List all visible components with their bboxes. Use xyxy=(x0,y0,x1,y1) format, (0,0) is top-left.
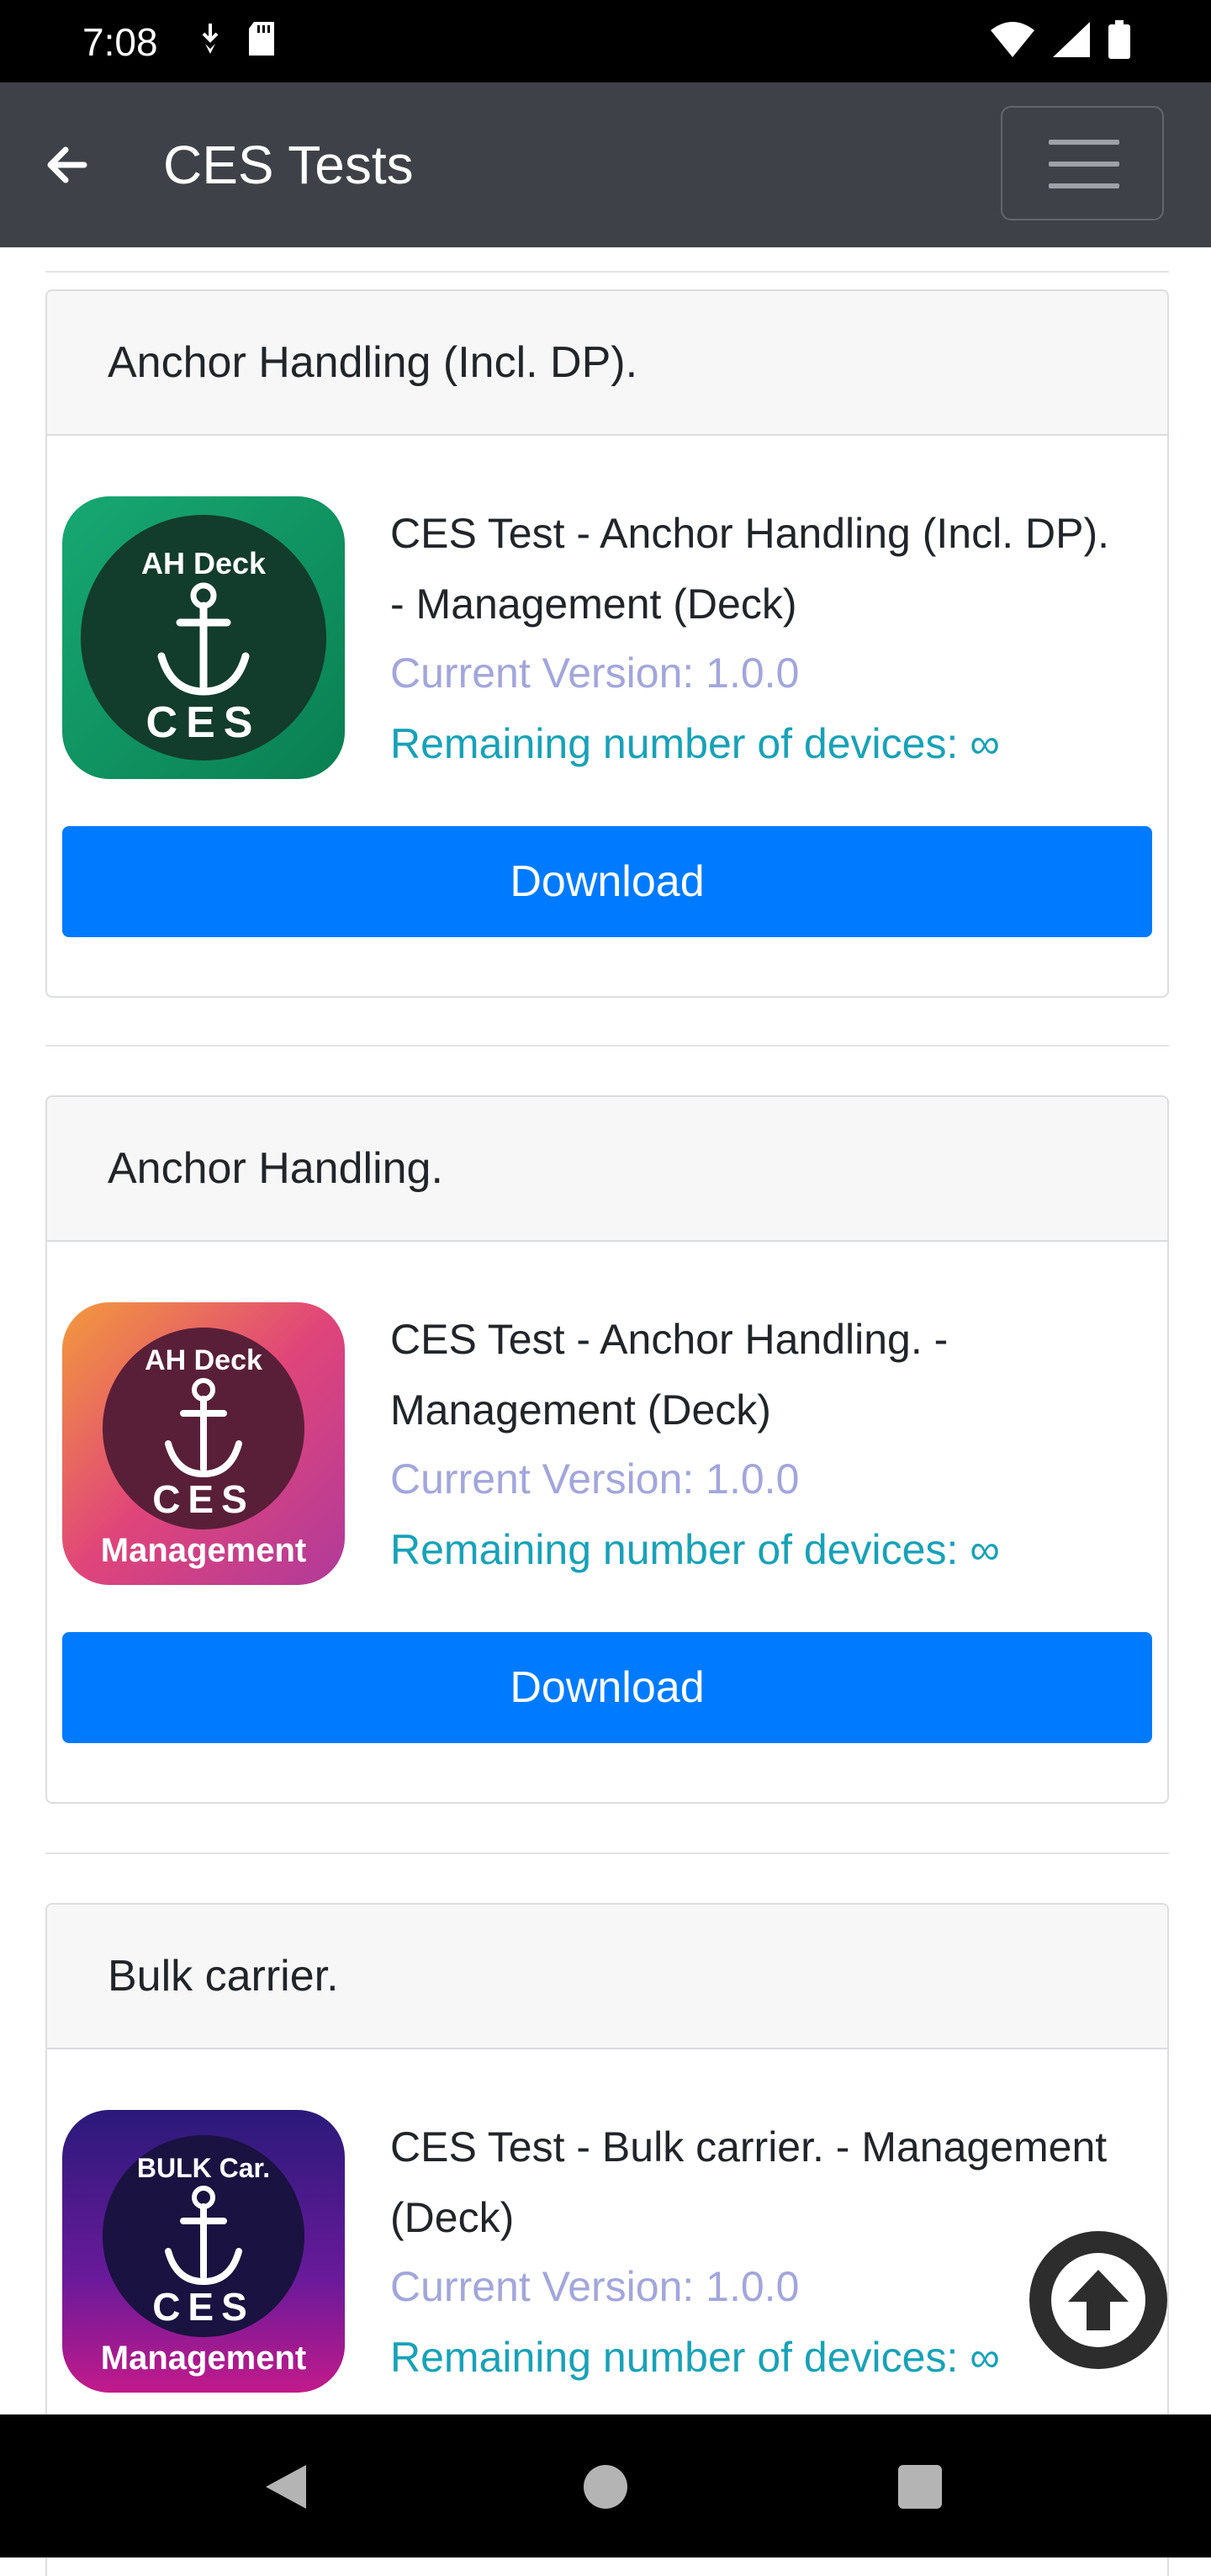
product-card: Anchor Handling. AH Deck CES Management … xyxy=(45,1095,1169,1804)
svg-text:Management: Management xyxy=(101,1532,307,1569)
wifi-icon xyxy=(991,22,1034,57)
status-icons-right xyxy=(991,20,1130,59)
nav-recents-icon[interactable] xyxy=(898,2465,942,2509)
item-version: Current Version: 1.0.0 xyxy=(390,649,800,697)
item-title: CES Test - Anchor Handling (Incl. DP). -… xyxy=(390,510,1109,628)
card-header-title: Bulk carrier. xyxy=(108,1952,339,2001)
svg-text:AH Deck: AH Deck xyxy=(145,1344,262,1376)
system-nav-bar xyxy=(0,2414,1211,2557)
card-header-title: Anchor Handling. xyxy=(108,1144,443,1193)
nav-back-icon[interactable] xyxy=(262,2462,309,2512)
svg-text:CES: CES xyxy=(152,1477,255,1521)
status-icons-left xyxy=(198,22,276,56)
battery-icon xyxy=(1108,20,1130,59)
card-header: Anchor Handling. xyxy=(47,1097,1167,1242)
page-title: CES Tests xyxy=(163,135,414,195)
svg-text:CES: CES xyxy=(146,698,262,747)
app-icon-ah-deck-management[interactable]: AH Deck CES Management xyxy=(62,1302,345,1585)
back-arrow-icon[interactable] xyxy=(40,138,94,192)
arrow-up-icon xyxy=(1051,2253,1145,2347)
hamburger-bar xyxy=(1049,162,1119,167)
status-time: 7:08 xyxy=(82,20,158,64)
app-icon-bulk-carrier-management[interactable]: BULK Car. CES Management xyxy=(62,2110,345,2393)
scroll-to-top-button[interactable] xyxy=(1029,2231,1167,2369)
svg-text:CES: CES xyxy=(152,2285,255,2329)
nav-home-icon[interactable] xyxy=(584,2465,627,2509)
divider xyxy=(45,1045,1169,1047)
product-card: Anchor Handling (Incl. DP). AH Deck CES … xyxy=(45,289,1169,998)
item-title: CES Test - Bulk carrier. - Management (D… xyxy=(390,2123,1108,2241)
download-status-icon xyxy=(202,24,219,54)
app-icon-ah-deck[interactable]: AH Deck CES xyxy=(62,496,345,779)
item-title: CES Test - Anchor Handling. - Management… xyxy=(390,1316,949,1434)
app-bar: CES Tests xyxy=(0,82,1211,247)
item-devices: Remaining number of devices: ∞ xyxy=(390,2334,1000,2381)
divider xyxy=(45,1852,1169,1854)
sd-card-icon xyxy=(249,22,274,56)
svg-text:BULK Car.: BULK Car. xyxy=(137,2153,270,2183)
download-button[interactable]: Download xyxy=(62,1632,1152,1743)
card-header: Anchor Handling (Incl. DP). xyxy=(47,291,1167,436)
download-button[interactable]: Download xyxy=(62,826,1152,937)
card-header: Bulk carrier. xyxy=(47,1905,1167,2049)
divider xyxy=(45,271,1169,273)
svg-text:AH Deck: AH Deck xyxy=(141,546,267,580)
item-version: Current Version: 1.0.0 xyxy=(390,2263,800,2310)
menu-button[interactable] xyxy=(1001,106,1164,220)
item-devices: Remaining number of devices: ∞ xyxy=(390,720,1000,767)
svg-text:Management: Management xyxy=(101,2340,307,2377)
hamburger-bar xyxy=(1049,183,1119,188)
hamburger-icon xyxy=(1049,140,1119,145)
status-bar: 7:08 xyxy=(0,0,1211,82)
card-header-title: Anchor Handling (Incl. DP). xyxy=(108,338,638,387)
item-version: Current Version: 1.0.0 xyxy=(390,1455,800,1503)
item-devices: Remaining number of devices: ∞ xyxy=(390,1526,1000,1573)
signal-icon xyxy=(1053,22,1090,57)
